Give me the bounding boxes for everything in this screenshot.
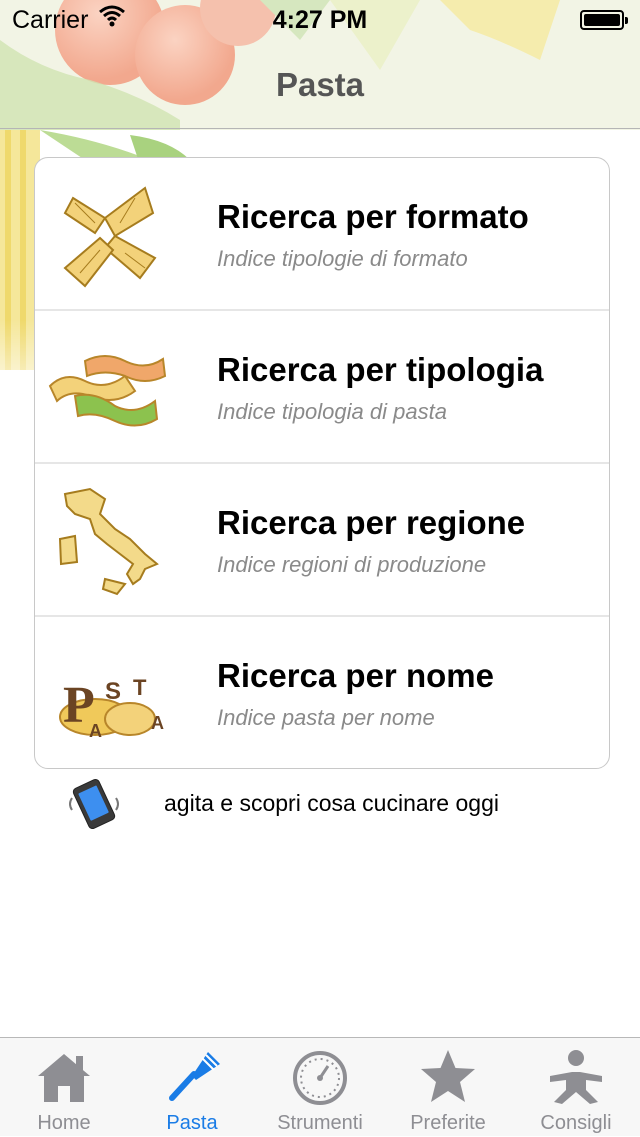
shake-phone-icon <box>66 778 122 830</box>
shake-hint-text: agita e scopri cosa cucinare oggi <box>164 790 499 816</box>
menu-item-formato[interactable]: Ricerca per formato Indice tipologie di … <box>35 158 609 311</box>
tab-label: Home <box>37 1112 91 1134</box>
svg-text:A: A <box>89 721 102 741</box>
menu-item-subtitle: Indice tipologie di formato <box>217 246 468 271</box>
page-title: Pasta <box>275 66 365 103</box>
menu-item-nome[interactable]: P S T A A Ricerca per nome Indice pasta … <box>35 617 609 768</box>
menu-item-tipologia[interactable]: Ricerca per tipologia Indice tipologia d… <box>35 311 609 464</box>
tab-label: Preferite <box>410 1112 486 1134</box>
menu-item-subtitle: Indice regioni di produzione <box>217 552 487 577</box>
italy-map-icon <box>45 484 175 599</box>
menu-item-title: Ricerca per tipologia <box>217 351 544 388</box>
status-bar: Carrier 4:27 PM <box>0 0 640 40</box>
house-icon <box>34 1046 94 1106</box>
svg-text:A: A <box>151 713 164 733</box>
pasta-whisk-icon <box>162 1046 222 1106</box>
person-icon <box>546 1046 606 1106</box>
tab-label: Consigli <box>540 1112 612 1134</box>
menu-item-title: Ricerca per nome <box>217 657 494 694</box>
tab-label: Strumenti <box>277 1112 363 1134</box>
dial-icon <box>290 1046 350 1106</box>
tab-strumenti[interactable]: Strumenti <box>256 1038 384 1137</box>
pasta-letters-icon: P S T A A <box>45 637 175 752</box>
battery-icon <box>580 10 628 30</box>
svg-text:T: T <box>133 675 147 700</box>
svg-text:S: S <box>105 678 121 705</box>
menu-item-subtitle: Indice tipologia di pasta <box>217 399 447 424</box>
tab-pasta[interactable]: Pasta <box>128 1038 256 1137</box>
tab-label: Pasta <box>166 1112 218 1134</box>
navigation-bar: Pasta <box>0 40 640 129</box>
star-icon <box>418 1046 478 1106</box>
menu-item-regione[interactable]: Ricerca per regione Indice regioni di pr… <box>35 464 609 617</box>
shake-hint: agita e scopri cosa cucinare oggi <box>0 778 640 830</box>
clock: 4:27 PM <box>272 6 368 34</box>
tab-bar: Home Pasta Strumenti Preferite Consigli <box>0 1037 640 1136</box>
tab-home[interactable]: Home <box>0 1038 128 1137</box>
tab-consigli[interactable]: Consigli <box>512 1038 640 1137</box>
farfalle-pasta-icon <box>45 178 175 293</box>
menu-item-title: Ricerca per formato <box>217 198 529 235</box>
menu-item-subtitle: Indice pasta per nome <box>217 705 435 730</box>
search-menu: Ricerca per formato Indice tipologie di … <box>34 157 610 769</box>
tab-preferite[interactable]: Preferite <box>384 1038 512 1137</box>
menu-item-title: Ricerca per regione <box>217 504 526 541</box>
fusilli-tricolore-icon <box>45 331 175 446</box>
